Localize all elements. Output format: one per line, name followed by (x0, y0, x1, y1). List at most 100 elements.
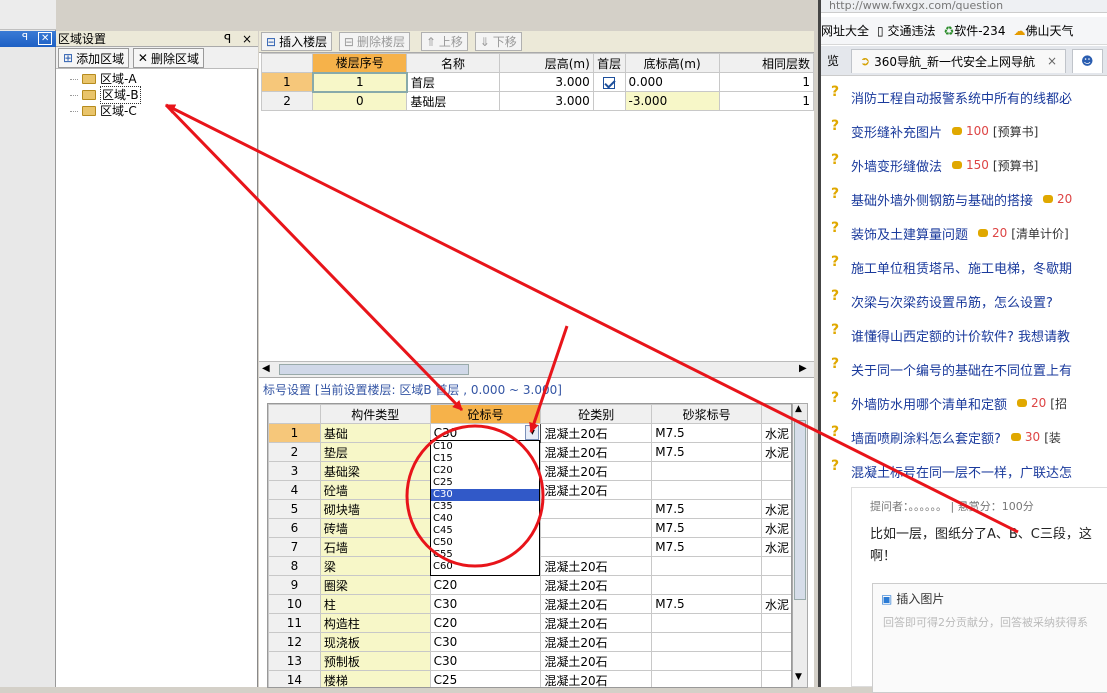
mortar-grade-cell[interactable] (651, 556, 763, 576)
mortar-grade-cell[interactable]: M7.5 (651, 442, 763, 462)
floor-seq-cell[interactable]: 1 (311, 71, 408, 93)
component-type-cell[interactable]: 柱 (319, 594, 431, 614)
question-title[interactable]: 关于同一个编号的基础在不同位置上有 (851, 360, 1072, 379)
component-type-cell[interactable]: 圈梁 (319, 575, 431, 595)
dropdown-option[interactable]: C45 (431, 525, 539, 537)
delete-area-button[interactable]: ✕ 删除区域 (132, 48, 204, 68)
extra-cell[interactable]: 水泥 (761, 537, 791, 557)
tree-item-area-b[interactable]: 区域-B (70, 86, 250, 104)
dropdown-option[interactable]: C55 (431, 549, 539, 561)
question-title[interactable]: 消防工程自动报警系统中所有的线都必 (851, 88, 1072, 107)
tab-360-nav[interactable]: ➲ 360导航_新一代安全上网导航 × (851, 48, 1067, 73)
question-item[interactable]: ? 基础外墙外侧钢筋与基础的搭接 20 (831, 182, 1107, 216)
table-row[interactable]: 14 楼梯 C25 混凝土20石 (268, 670, 791, 687)
chevron-down-icon[interactable]: ▾ (525, 425, 540, 440)
answer-placeholder[interactable]: 回答即可得2分贡献分，回答被采纳获得系 (883, 614, 1088, 630)
extra-cell[interactable]: 水泥 (761, 499, 791, 519)
favorite-link[interactable]: ▯ 交通违法 (877, 22, 935, 39)
concrete-grade-cell[interactable]: C25 (429, 670, 542, 687)
concrete-category-cell[interactable]: 混凝土20石 (540, 556, 653, 576)
mortar-grade-cell[interactable] (651, 632, 763, 652)
extra-cell[interactable] (761, 480, 791, 500)
floor-name-cell[interactable]: 基础层 (406, 91, 500, 111)
column-header[interactable]: 砼标号 (429, 404, 542, 424)
concrete-grade-cell[interactable]: C20 (429, 613, 542, 633)
pin-icon[interactable]: ꟼ (22, 32, 28, 43)
scroll-right-icon[interactable]: ▶ (799, 363, 807, 374)
table-row[interactable]: 13 预制板 C30 混凝土20石 (268, 651, 791, 671)
scroll-thumb[interactable] (279, 364, 469, 375)
floor-height-cell[interactable]: 3.000 (498, 72, 594, 92)
mortar-grade-cell[interactable]: M7.5 (651, 594, 763, 614)
question-item[interactable]: ? 变形缝补充图片 100 [预算书] (831, 114, 1107, 148)
extra-cell[interactable] (761, 613, 791, 633)
insert-floor-button[interactable]: ⊟ 插入楼层 (261, 32, 333, 51)
mortar-grade-cell[interactable]: M7.5 (651, 499, 763, 519)
dropdown-option[interactable]: C15 (431, 453, 539, 465)
dropdown-option[interactable]: C20 (431, 465, 539, 477)
delete-floor-button[interactable]: ⊟ 删除楼层 (338, 32, 410, 51)
question-title[interactable]: 变形缝补充图片 (851, 122, 942, 141)
component-type-cell[interactable]: 垫层 (319, 442, 431, 462)
table-row[interactable]: 12 现浇板 C30 混凝土20石 (268, 632, 791, 652)
scroll-left-icon[interactable]: ◀ (262, 363, 270, 374)
question-item[interactable]: ? 外墙防水用哪个清单和定额 20 [招 (831, 386, 1107, 420)
tab-partial[interactable]: 览 (821, 52, 845, 69)
category-tag[interactable]: [预算书] (993, 157, 1038, 174)
category-tag[interactable]: [招 (1050, 395, 1067, 412)
concrete-grade-cell[interactable]: C20 (429, 575, 542, 595)
extra-cell[interactable] (761, 575, 791, 595)
column-header[interactable]: 层高(m) (498, 53, 594, 73)
extra-cell[interactable] (761, 651, 791, 671)
column-header[interactable]: 名称 (406, 53, 500, 73)
component-type-cell[interactable]: 砼墙 (319, 480, 431, 500)
category-tag[interactable]: [装 (1044, 429, 1061, 446)
component-type-cell[interactable]: 预制板 (319, 651, 431, 671)
category-tag[interactable]: [清单计价] (1011, 225, 1068, 242)
concrete-category-cell[interactable]: 混凝土20石 (540, 651, 653, 671)
column-header[interactable]: 砂浆标号 (651, 404, 763, 424)
column-header[interactable]: 楼层序号 (312, 53, 408, 73)
extra-cell[interactable]: 水泥 (761, 594, 791, 614)
dropdown-option[interactable]: C35 (431, 501, 539, 513)
tab-active[interactable]: ☻ (1072, 48, 1103, 73)
concrete-category-cell[interactable]: 混凝土20石 (540, 423, 653, 443)
url-text[interactable]: http://www.fwxgx.com/question (829, 0, 1003, 12)
mortar-grade-cell[interactable] (651, 613, 763, 633)
component-type-cell[interactable]: 基础梁 (319, 461, 431, 481)
scroll-thumb[interactable] (794, 420, 806, 600)
extra-cell[interactable]: 水泥 (761, 423, 791, 443)
first-floor-checkbox-cell[interactable] (592, 91, 626, 111)
favorite-link[interactable]: 网址大全 (821, 22, 869, 39)
table-row[interactable]: 10 柱 C30 混凝土20石 M7.5 水泥 (268, 594, 791, 614)
concrete-category-cell[interactable]: 混凝土20石 (540, 594, 653, 614)
extra-cell[interactable]: 水泥 (761, 442, 791, 462)
concrete-category-cell[interactable] (540, 499, 653, 519)
favorite-link[interactable]: ☁佛山天气 (1013, 22, 1073, 39)
concrete-category-cell[interactable]: 混凝土20石 (540, 632, 653, 652)
concrete-category-cell[interactable] (540, 537, 653, 557)
mortar-grade-cell[interactable] (651, 575, 763, 595)
component-type-cell[interactable]: 石墙 (319, 537, 431, 557)
question-item[interactable]: ? 外墙变形缝做法 150 [预算书] (831, 148, 1107, 182)
component-type-cell[interactable]: 构造柱 (319, 613, 431, 633)
scroll-up-icon[interactable]: ▲ (795, 404, 802, 414)
component-type-cell[interactable]: 现浇板 (319, 632, 431, 652)
floor-name-cell[interactable]: 首层 (406, 72, 500, 92)
same-floors-cell[interactable]: 1 (718, 91, 815, 111)
mortar-grade-cell[interactable] (651, 670, 763, 687)
concrete-category-cell[interactable]: 混凝土20石 (540, 613, 653, 633)
question-item[interactable]: ? 施工单位租赁塔吊、施工电梯，冬歇期 (831, 250, 1107, 284)
column-header[interactable]: 相同层数 (718, 53, 815, 73)
answer-editor[interactable]: ▣ 插入图片 回答即可得2分贡献分，回答被采纳获得系 (872, 583, 1107, 693)
question-item[interactable]: ? 次梁与次梁药设置吊筋，怎么设置? (831, 284, 1107, 318)
mortar-grade-cell[interactable]: M7.5 (651, 537, 763, 557)
tree-item-area-a[interactable]: 区域-A (70, 71, 250, 87)
add-area-button[interactable]: ⊞ 添加区域 (58, 48, 130, 68)
column-header[interactable]: 构件类型 (319, 404, 431, 424)
vertical-scrollbar[interactable]: ▲ ▼ (792, 403, 808, 688)
dropdown-option[interactable]: C30 (431, 489, 539, 501)
concrete-category-cell[interactable]: 混凝土20石 (540, 480, 653, 500)
question-item[interactable]: ? 装饰及土建算量问题 20 [清单计价] (831, 216, 1107, 250)
close-icon[interactable]: × (242, 31, 252, 47)
